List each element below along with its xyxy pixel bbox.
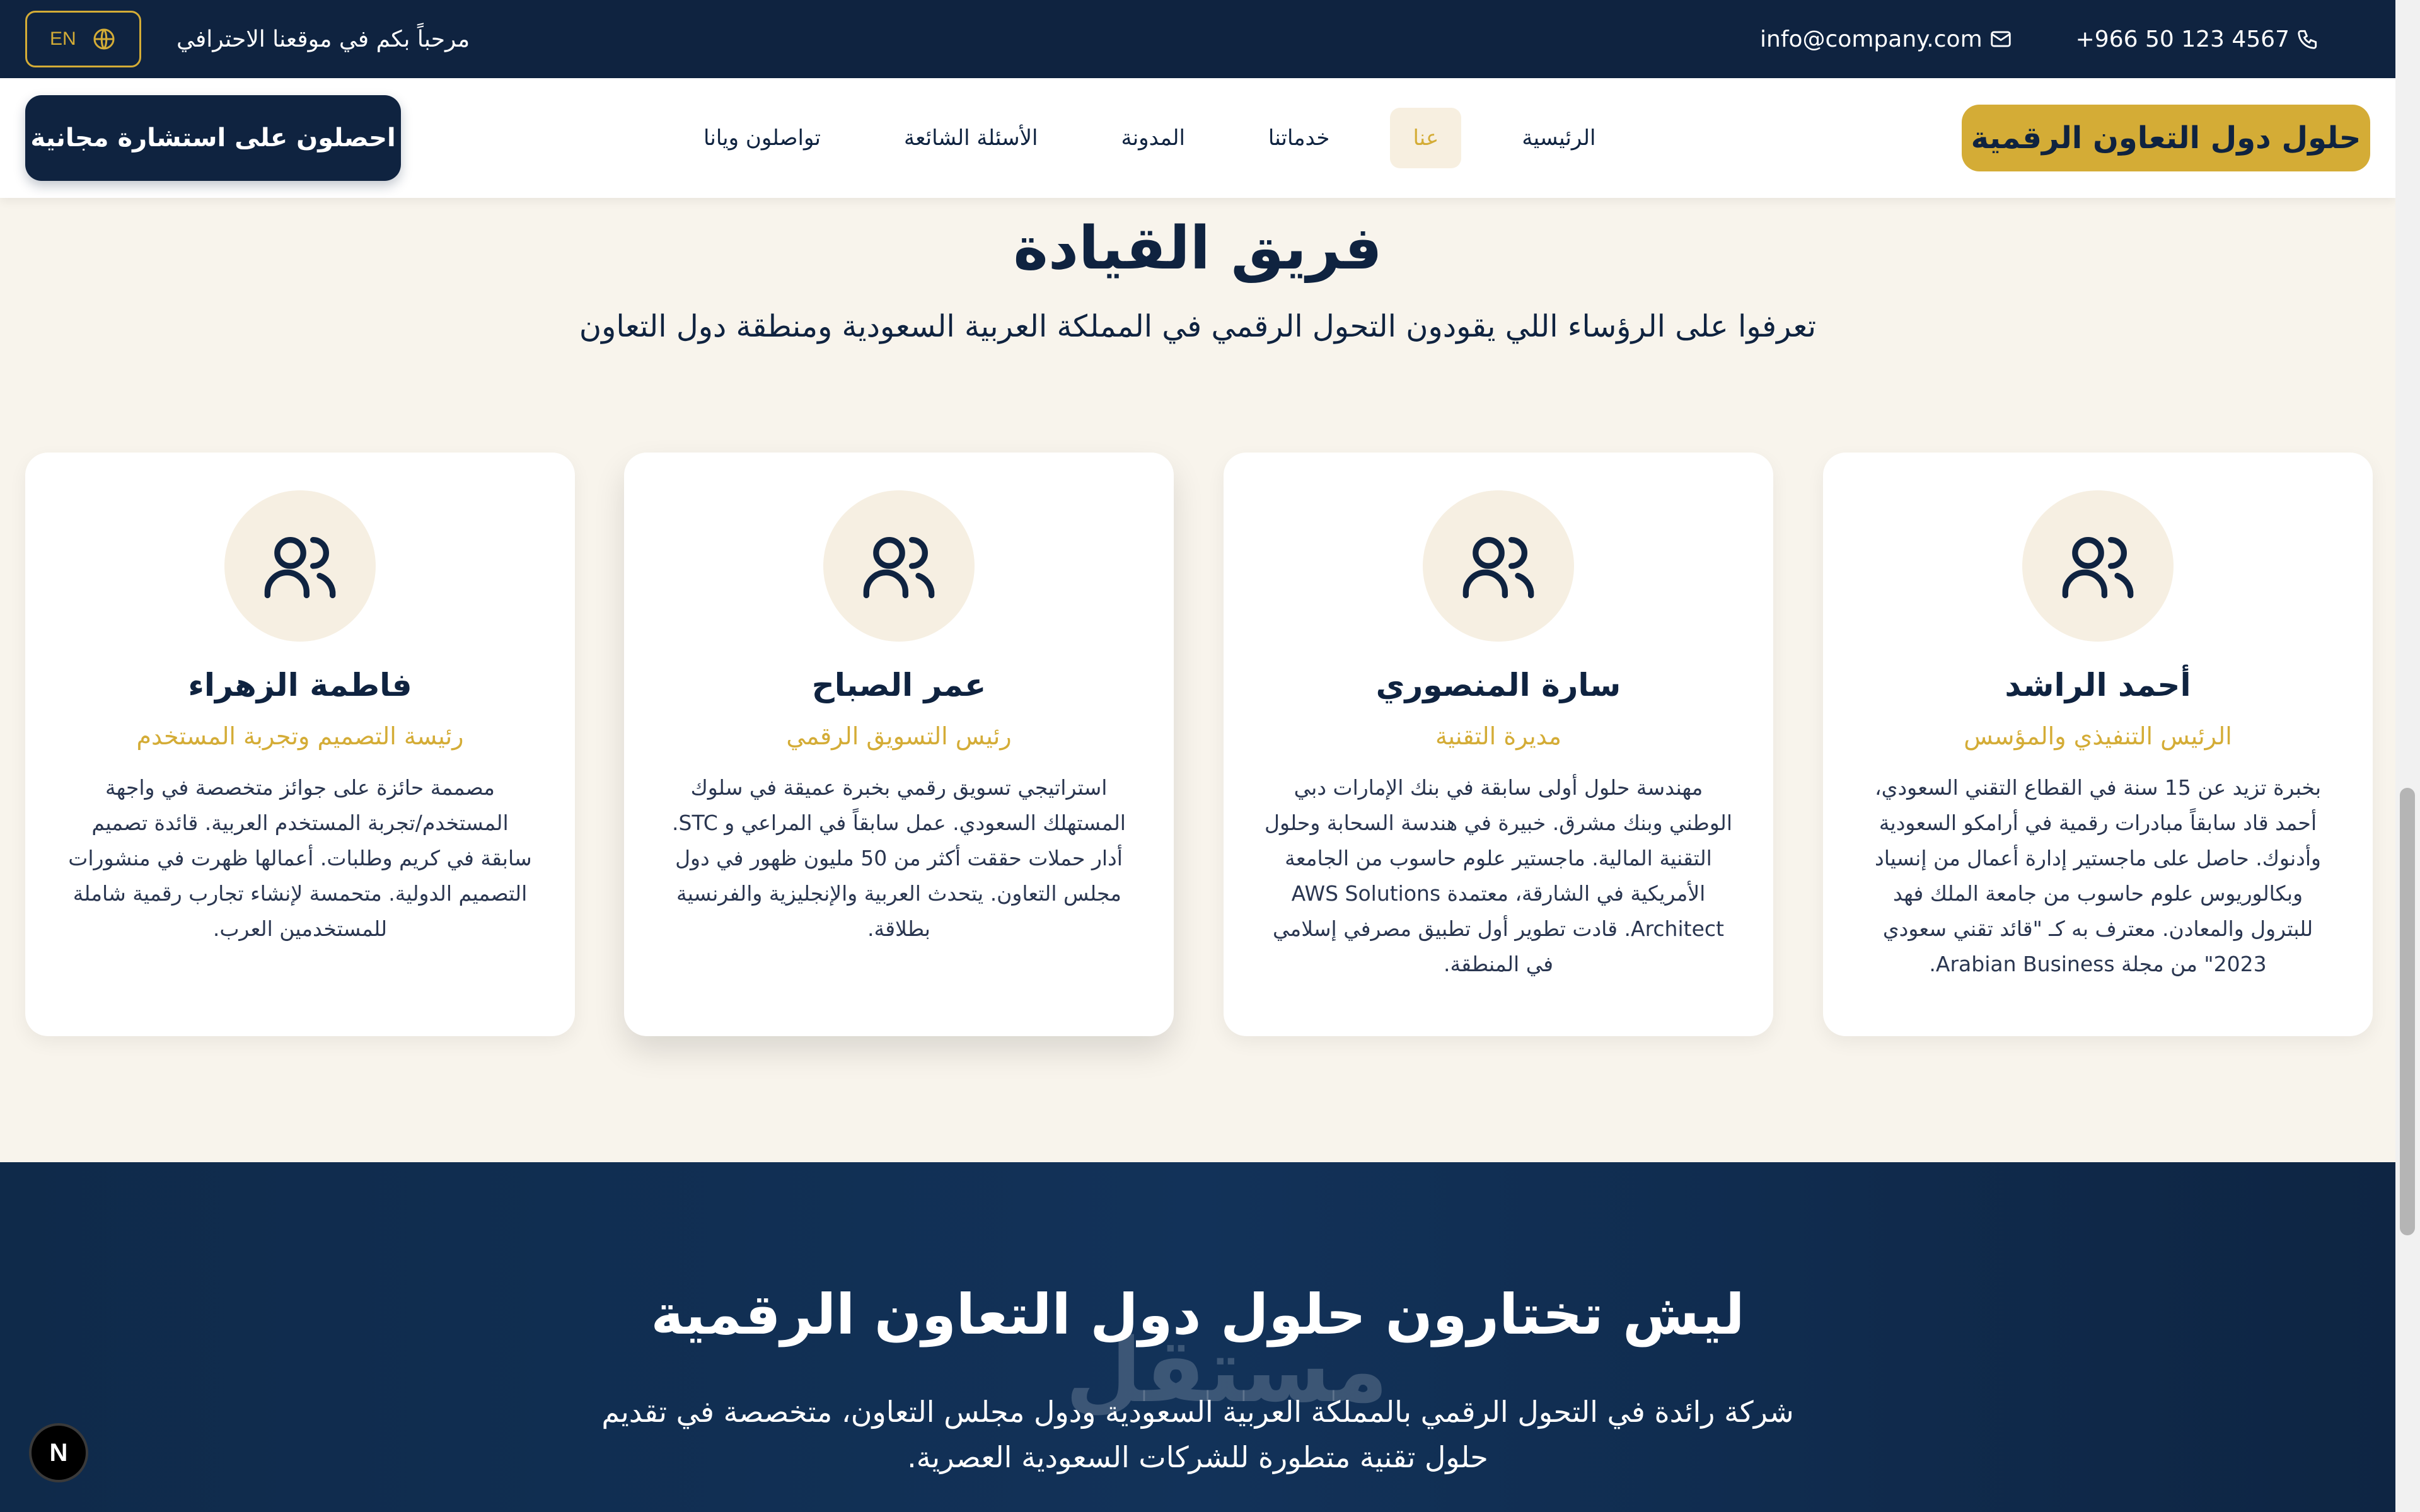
member-bio: مهندسة حلول أولى سابقة في بنك الإمارات د…: [1264, 775, 1733, 976]
nav-link-blog[interactable]: المدونة: [1098, 108, 1207, 168]
phone-icon: [2298, 30, 2317, 49]
nav-link-services[interactable]: خدماتنا: [1246, 108, 1353, 168]
phone-text: +966 50 123 4567: [2075, 26, 2290, 52]
team-card-ahmed: أحمد الراشد الرئيس التنفيذي والمؤسس بخبر…: [1823, 453, 2373, 1036]
users-icon: [863, 537, 935, 599]
member-name: سارة المنصوري: [1375, 667, 1621, 703]
avatar: [224, 490, 376, 642]
language-label: EN: [50, 28, 76, 49]
member-bio: مصممة حائزة على جوائز متخصصة في واجهة ال…: [68, 775, 532, 941]
member-role: رئيس التسويق الرقمي: [786, 722, 1012, 750]
leadership-title: فريق القيادة: [1013, 214, 1382, 283]
team-card-omar: عمر الصباح رئيس التسويق الرقمي استراتيجي…: [624, 453, 1174, 1036]
leadership-subtitle: تعرفوا على الرؤساء اللي يقودون التحول ال…: [579, 309, 1817, 344]
nav-link-contact[interactable]: تواصلون ويانا: [681, 108, 843, 168]
member-bio: بخبرة تزيد عن 15 سنة في القطاع التقني ال…: [1874, 775, 2322, 976]
why-choose-us-section: ليش تختارون حلول دول التعاون الرقمية مست…: [0, 1162, 2395, 1512]
why-description: شركة رائدة في التحول الرقمي بالمملكة الع…: [601, 1395, 1794, 1474]
users-icon: [2062, 537, 2134, 599]
email-contact[interactable]: info@company.com: [1760, 26, 2013, 52]
top-bar: EN مرحباً بكم في موقعنا الاحترافي info@c…: [0, 0, 2395, 78]
member-role: رئيسة التصميم وتجربة المستخدم: [136, 722, 464, 750]
member-role: الرئيس التنفيذي والمؤسس: [1964, 722, 2232, 750]
nav-links: الرئيسية عنا خدماتنا المدونة الأسئلة الش…: [681, 107, 1618, 170]
users-icon: [1462, 537, 1534, 599]
brand-logo-button[interactable]: حلول دول التعاون الرقمية: [1962, 105, 2370, 171]
phone-contact[interactable]: +966 50 123 4567: [2076, 26, 2320, 52]
avatar: [2022, 490, 2174, 642]
avatar: [1423, 490, 1574, 642]
nav-link-home[interactable]: الرئيسية: [1499, 108, 1618, 168]
member-role: مديرة التقنية: [1435, 722, 1561, 750]
scrollbar-track[interactable]: [2395, 0, 2420, 1512]
users-icon: [264, 537, 336, 599]
team-card-fatima: فاطمة الزهراء رئيسة التصميم وتجربة المست…: [25, 453, 575, 1036]
nextjs-dev-badge[interactable]: N: [29, 1423, 88, 1482]
nav-link-faq[interactable]: الأسئلة الشائعة: [881, 108, 1060, 168]
member-bio: استراتيجي تسويق رقمي بخبرة عميقة في سلوك…: [672, 775, 1126, 941]
member-name: أحمد الراشد: [2005, 667, 2191, 703]
member-name: عمر الصباح: [811, 667, 987, 703]
contact-info: info@company.com +966 50 123 4567: [1760, 0, 2320, 78]
globe-icon: [93, 28, 115, 50]
member-name: فاطمة الزهراء: [188, 667, 412, 703]
team-card-sara: سارة المنصوري مديرة التقنية مهندسة حلول …: [1224, 453, 1773, 1036]
free-consultation-button[interactable]: احصلون على استشارة مجانية: [25, 95, 401, 181]
email-text: info@company.com: [1760, 26, 1983, 52]
scrollbar-thumb[interactable]: [2400, 788, 2415, 1235]
main-navigation: احصلون على استشارة مجانية الرئيسية عنا خ…: [0, 78, 2395, 198]
mail-icon: [1990, 31, 2011, 47]
avatar: [823, 490, 975, 642]
language-switch-button[interactable]: EN: [25, 11, 141, 67]
nav-link-about[interactable]: عنا: [1390, 108, 1462, 168]
welcome-text: مرحباً بكم في موقعنا الاحترافي: [177, 26, 470, 52]
